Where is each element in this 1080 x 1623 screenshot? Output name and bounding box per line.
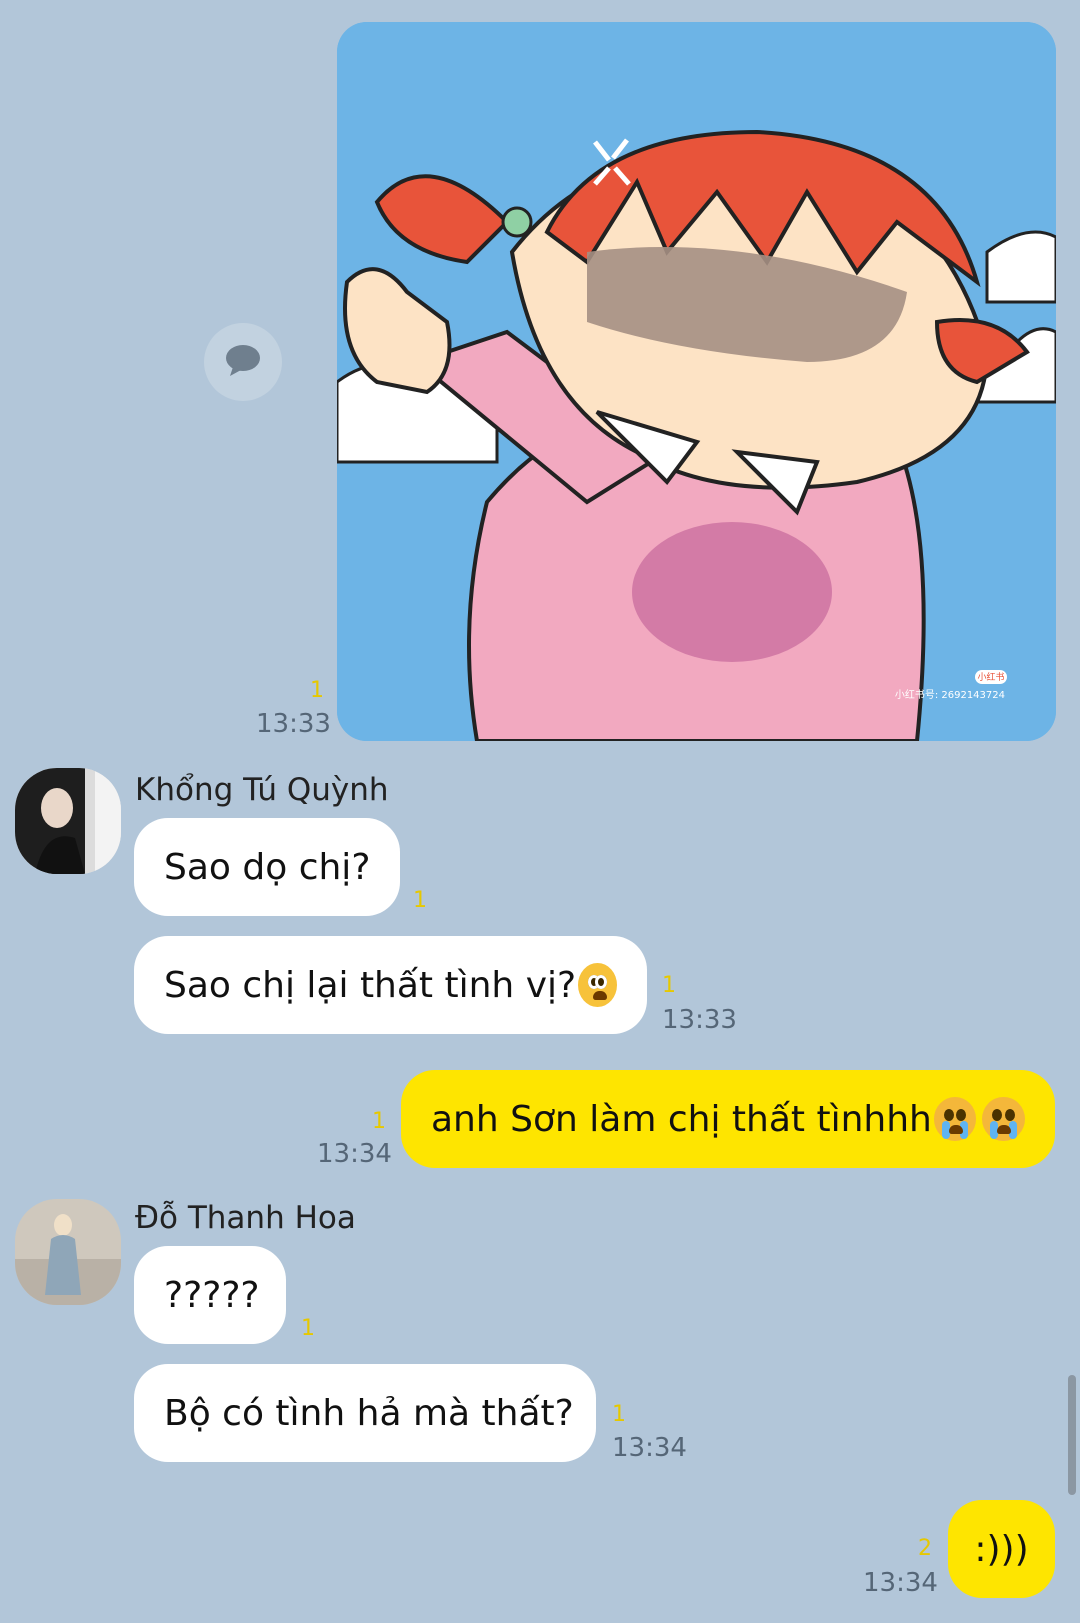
incoming-message-bubble[interactable]: Bộ có tình hả mà thất? [134,1364,596,1462]
cartoon-image: 小红书 小红书号: 2692143724 [337,22,1056,741]
message-text: Sao chị lại thất tình vị? [164,964,577,1006]
unread-count: 1 [301,1316,315,1341]
scrollbar[interactable] [1068,1375,1076,1495]
avatar[interactable] [15,768,121,874]
image-message[interactable]: 小红书 小红书号: 2692143724 [337,22,1056,741]
sender-name: Khổng Tú Quỳnh [135,772,389,808]
loudly-crying-face-icon [933,1097,977,1141]
outgoing-message-bubble[interactable]: :))) [948,1500,1055,1598]
pleading-face-icon [578,963,617,1007]
message-text: Bộ có tình hả mà thất? [164,1392,574,1434]
incoming-message-bubble[interactable]: Sao chị lại thất tình vị? [134,936,647,1034]
avatar[interactable] [15,1199,121,1305]
watermark-id: 小红书号: 2692143724 [895,688,1005,701]
incoming-message-bubble[interactable]: Sao dọ chị? [134,818,400,916]
unread-count: 1 [662,973,676,998]
message-time: 13:33 [256,709,331,739]
incoming-message-bubble[interactable]: ????? [134,1246,286,1344]
message-time: 13:34 [612,1433,687,1463]
unread-count: 1 [612,1402,626,1427]
unread-count: 1 [413,888,427,913]
message-text: Sao dọ chị? [164,846,371,888]
message-text: ????? [164,1274,260,1316]
sender-name: Đỗ Thanh Hoa [135,1200,356,1236]
unread-count: 1 [372,1109,386,1134]
message-text: anh Sơn làm chị thất tìnhhh [431,1098,932,1140]
message-time: 13:33 [662,1005,737,1035]
message-time: 13:34 [317,1139,392,1169]
chat-view: 小红书 小红书号: 2692143724 1 13:33 Khổng Tú Qu… [0,0,1080,1623]
loudly-crying-face-icon [982,1097,1025,1141]
unread-count: 1 [310,678,324,703]
message-time: 13:34 [863,1568,938,1598]
outgoing-message-bubble[interactable]: anh Sơn làm chị thất tìnhhh [401,1070,1055,1168]
share-reply-button[interactable] [204,323,282,401]
message-text: :))) [974,1528,1029,1570]
speech-bubble-icon [224,343,262,381]
unread-count: 2 [918,1536,932,1561]
watermark-badge: 小红书 [977,671,1004,683]
